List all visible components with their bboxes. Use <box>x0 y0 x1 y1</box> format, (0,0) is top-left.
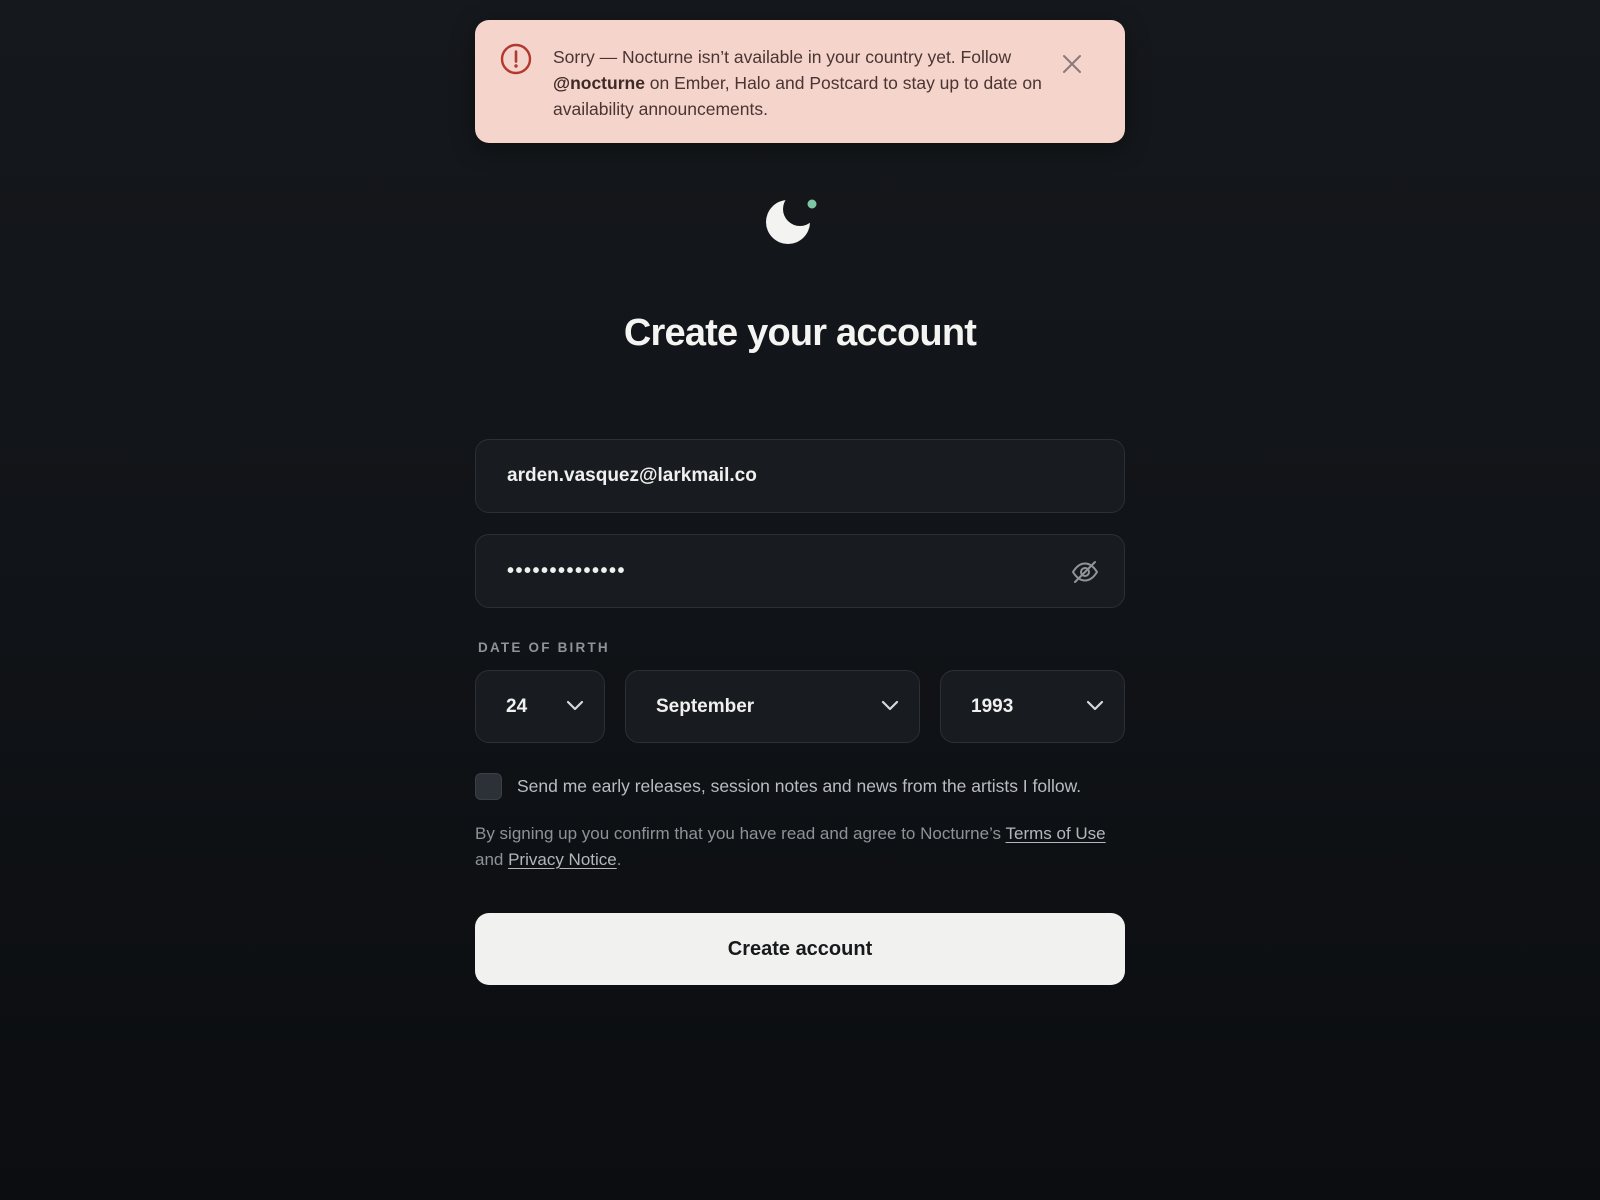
dob-day-select[interactable]: 24 <box>475 670 605 743</box>
signup-page: Sorry — Nocturne isn’t available in your… <box>0 0 1600 1200</box>
close-icon <box>1063 55 1081 73</box>
alert-text-before: Sorry — Nocturne isn’t available in your… <box>553 47 1012 67</box>
dob-day-value: 24 <box>506 695 528 717</box>
dob-year-select[interactable]: 1993 <box>940 670 1125 743</box>
dob-label: DATE OF BIRTH <box>478 640 610 655</box>
crescent-moon-icon <box>766 199 817 244</box>
legal-text-middle: and <box>475 850 509 869</box>
nocturne-logo <box>760 194 820 250</box>
dob-month-value: September <box>656 695 755 717</box>
newsletter-checkbox[interactable] <box>475 773 502 800</box>
privacy-notice-link[interactable]: Privacy Notice <box>508 850 617 869</box>
legal-notice: By signing up you confirm that you have … <box>475 821 1135 873</box>
availability-alert: Sorry — Nocturne isn’t available in your… <box>475 20 1125 143</box>
dob-month-select[interactable]: September <box>625 670 920 743</box>
close-alert-button[interactable] <box>1055 47 1089 81</box>
password-field[interactable]: •••••••••••••• <box>475 534 1125 608</box>
create-account-button[interactable]: Create account <box>475 913 1125 985</box>
toggle-password-visibility-button[interactable] <box>1071 559 1099 585</box>
alert-handle: @nocturne <box>553 73 645 93</box>
eye-off-icon <box>1071 561 1099 583</box>
alert-message: Sorry — Nocturne isn’t available in your… <box>553 44 1043 122</box>
email-field[interactable] <box>475 439 1125 513</box>
dob-year-value: 1993 <box>971 695 1014 717</box>
chevron-down-icon <box>1086 700 1104 711</box>
page-title: Create your account <box>623 312 977 354</box>
newsletter-label[interactable]: Send me early releases, session notes an… <box>517 776 1081 797</box>
password-input[interactable]: •••••••••••••• <box>507 560 626 583</box>
terms-of-use-link[interactable]: Terms of Use <box>1005 824 1105 843</box>
chevron-down-icon <box>566 700 584 711</box>
legal-text-before: By signing up you confirm that you have … <box>475 824 1006 843</box>
email-input[interactable] <box>507 465 1093 487</box>
legal-text-after: . <box>616 850 622 869</box>
alert-circle-icon <box>500 43 532 75</box>
chevron-down-icon <box>881 700 899 711</box>
